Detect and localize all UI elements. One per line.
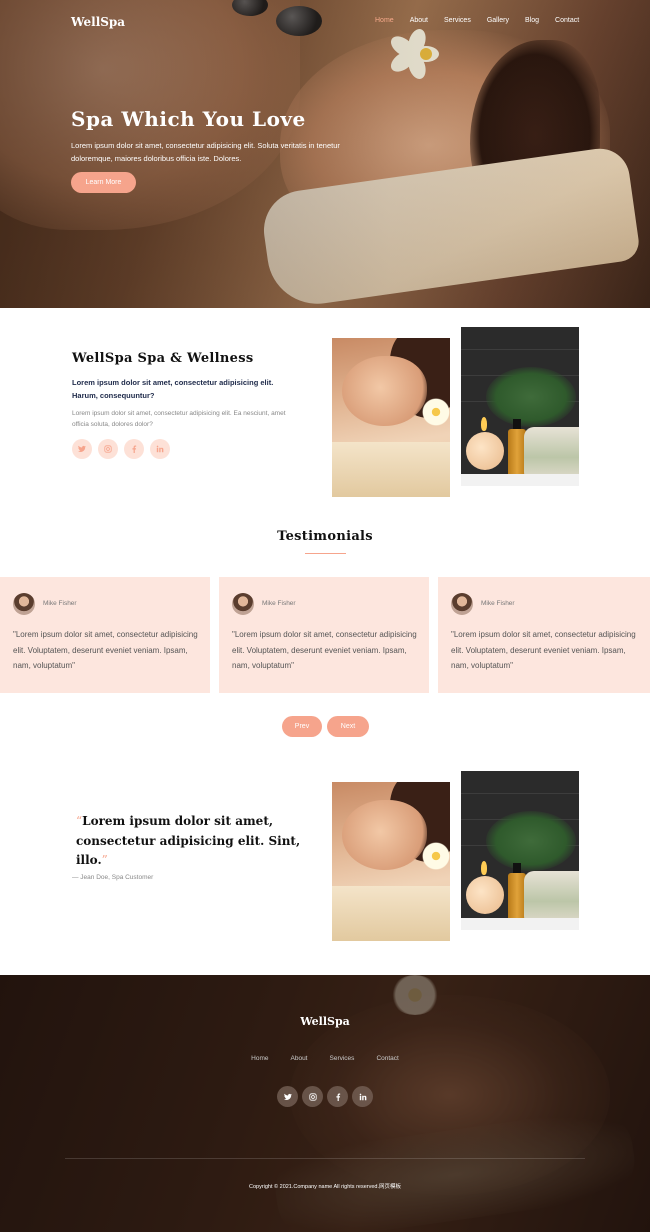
testimonial-quote: "Lorem ipsum dolor sit amet, consectetur…: [13, 630, 198, 670]
candle-oil-photo: [461, 771, 579, 930]
candle-oil-photo: [461, 327, 579, 486]
testimonials-heading: Testimonials: [277, 529, 373, 544]
hero-text: Lorem ipsum dolor sit amet, consectetur …: [71, 141, 340, 163]
prev-button[interactable]: Prev: [282, 716, 322, 737]
spa-woman-photo: [332, 782, 450, 941]
avatar: [232, 593, 254, 615]
nav-link-contact[interactable]: Contact: [555, 17, 579, 24]
about-text: Lorem ipsum dolor sit amet, consectetur …: [72, 410, 286, 428]
facebook-icon[interactable]: [327, 1086, 348, 1107]
testimonial-name: Mike Fisher: [481, 600, 515, 607]
nav-link-about[interactable]: About: [410, 17, 428, 24]
footer-link-contact[interactable]: Contact: [376, 1055, 398, 1062]
site-logo[interactable]: WellSpa: [71, 15, 125, 29]
footer: WellSpa Home About Services Contact Copy…: [0, 975, 650, 1232]
footer-divider: [65, 1158, 585, 1159]
facebook-icon[interactable]: [124, 439, 144, 459]
about-lead: Lorem ipsum dolor sit amet, consectetur …: [72, 378, 274, 400]
footer-links: Home About Services Contact: [0, 1055, 650, 1062]
testimonial-card: Mike Fisher "Lorem ipsum dolor sit amet,…: [0, 577, 210, 693]
nav-link-gallery[interactable]: Gallery: [487, 17, 509, 24]
nav-link-home[interactable]: Home: [375, 17, 394, 24]
nav-link-services[interactable]: Services: [444, 17, 471, 24]
top-navbar: WellSpa Home About Services Gallery Blog…: [0, 0, 650, 44]
testimonial-name: Mike Fisher: [262, 600, 296, 607]
testimonial-name: Mike Fisher: [43, 600, 77, 607]
testimonial-card: Mike Fisher "Lorem ipsum dolor sit amet,…: [219, 577, 429, 693]
footer-link-services[interactable]: Services: [330, 1055, 355, 1062]
testimonial-quote: "Lorem ipsum dolor sit amet, consectetur…: [451, 630, 636, 670]
quote-author: — Jean Doe, Spa Customer: [72, 874, 154, 881]
hero-section: WellSpa Home About Services Gallery Blog…: [0, 0, 650, 308]
linkedin-icon[interactable]: [352, 1086, 373, 1107]
avatar: [451, 593, 473, 615]
heading-underline: [305, 553, 346, 554]
about-title: WellSpa Spa & Wellness: [72, 351, 254, 366]
footer-social-links: [277, 1086, 377, 1107]
close-quote-mark: ”: [101, 853, 108, 867]
learn-more-button[interactable]: Learn More: [71, 172, 136, 193]
customer-quote-text: Lorem ipsum dolor sit amet, consectetur …: [76, 814, 301, 867]
testimonial-quote: "Lorem ipsum dolor sit amet, consectetur…: [232, 630, 417, 670]
next-button[interactable]: Next: [327, 716, 369, 737]
nav-links: Home About Services Gallery Blog Contact: [375, 17, 579, 24]
testimonial-card: Mike Fisher "Lorem ipsum dolor sit amet,…: [438, 577, 650, 693]
footer-logo[interactable]: WellSpa: [0, 1015, 650, 1028]
customer-quote: “Lorem ipsum dolor sit amet, consectetur…: [76, 812, 306, 871]
nav-link-blog[interactable]: Blog: [525, 17, 539, 24]
copyright-text: Copyright © 2021.Company name All rights…: [248, 1184, 401, 1190]
about-social-links: [72, 439, 176, 459]
twitter-icon[interactable]: [277, 1086, 298, 1107]
linkedin-icon[interactable]: [150, 439, 170, 459]
footer-link-about[interactable]: About: [291, 1055, 308, 1062]
spa-woman-photo: [332, 338, 450, 497]
instagram-icon[interactable]: [98, 439, 118, 459]
footer-link-home[interactable]: Home: [251, 1055, 268, 1062]
twitter-icon[interactable]: [72, 439, 92, 459]
instagram-icon[interactable]: [302, 1086, 323, 1107]
avatar: [13, 593, 35, 615]
hero-title: Spa Which You Love: [71, 107, 306, 131]
